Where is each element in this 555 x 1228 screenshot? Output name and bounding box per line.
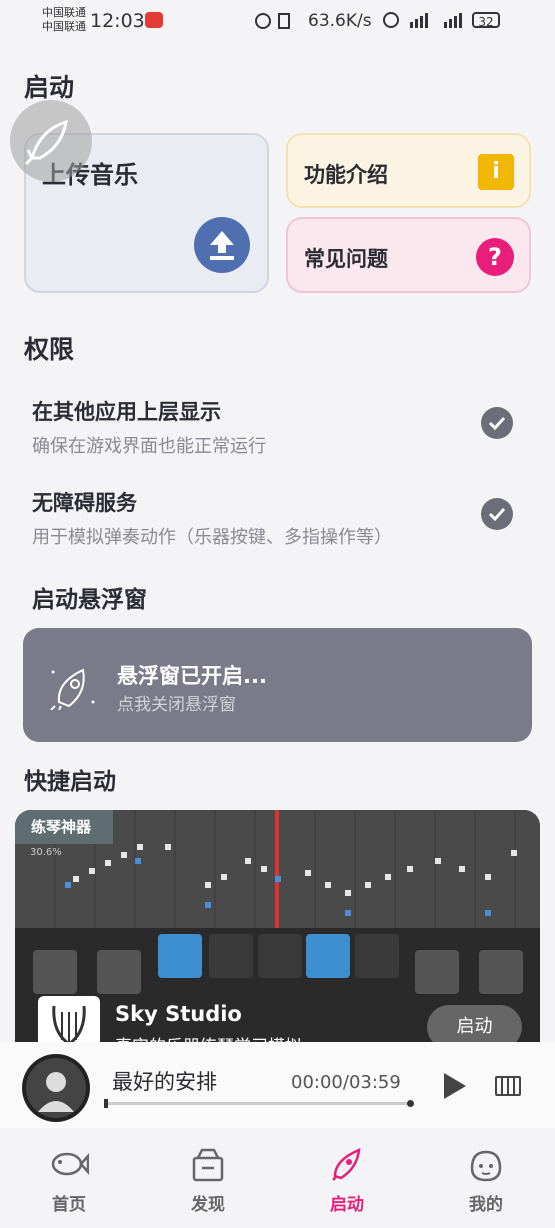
carrier-info: 中国联通 中国联通 [42,6,86,34]
signal-icons [383,12,462,28]
upload-button[interactable] [194,217,250,273]
upload-icon [210,231,234,260]
nav-item-home[interactable]: 首页 [9,1146,129,1215]
face-icon [470,1150,502,1182]
progress-end-dot [407,1100,414,1107]
carrier-1: 中国联通 [42,6,86,19]
floating-window-title: 悬浮窗已开启... [117,664,267,688]
progress-start-thumb[interactable] [104,1099,108,1108]
permission-overlay[interactable]: 在其他应用上层显示 确保在游戏界面也能正常运行 [32,396,532,457]
rocket-icon [332,1148,361,1181]
status-bar: 中国联通 中国联通 12:03 63.6K/s 32 [0,0,555,40]
section-title-permissions: 权限 [24,335,75,364]
song-progress[interactable] [104,1099,414,1108]
progress-percent: 30.6% [30,847,62,858]
notification-app-icon [145,12,163,28]
check-icon[interactable] [481,498,513,530]
permission-subtitle: 确保在游戏界面也能正常运行 [32,436,266,457]
play-icon[interactable] [444,1073,466,1099]
fish-icon [24,119,68,166]
nav-label: 启动 [330,1195,364,1215]
discover-box-icon [192,1148,224,1182]
shortcut-tag: 练琴神器 [15,810,113,844]
feature-intro-label: 功能介绍 [304,163,388,187]
floating-fish-button[interactable] [10,100,92,182]
check-icon[interactable] [481,407,513,439]
bottom-nav: 首页 发现 启动 我的 [0,1128,555,1228]
permission-accessibility[interactable]: 无障碍服务 用于模拟弹奏动作（乐器按键、多指操作等） [32,487,532,548]
clock: 12:03 [90,10,145,32]
question-icon: ? [476,238,514,276]
carrier-2: 中国联通 [42,20,86,33]
net-speed: 63.6K/s [308,11,372,31]
music-player-bar[interactable]: 最好的安排 00:00/03:59 [0,1042,555,1128]
battery-indicator: 32 [472,12,500,29]
nav-item-profile[interactable]: 我的 [426,1146,546,1215]
song-title: 最好的安排 [112,1070,217,1094]
floating-window-card[interactable]: 悬浮窗已开启... 点我关闭悬浮窗 [23,628,532,742]
feature-intro-card[interactable]: 功能介绍 i [286,133,531,208]
status-icons [255,13,290,29]
album-cover [22,1054,90,1122]
nav-label: 发现 [191,1195,225,1215]
section-title-quick-launch: 快捷启动 [24,769,116,795]
info-icon: i [478,154,514,190]
permission-subtitle: 用于模拟弹奏动作（乐器按键、多指操作等） [32,527,392,548]
permission-title: 在其他应用上层显示 [32,400,221,424]
fish-icon [51,1152,90,1176]
permission-title: 无障碍服务 [32,491,137,515]
rocket-icon [50,668,95,710]
nav-label: 我的 [469,1195,503,1215]
faq-card[interactable]: 常见问题 ? [286,217,531,293]
song-time: 00:00/03:59 [291,1072,401,1093]
nav-item-discover[interactable]: 发现 [148,1146,268,1215]
nav-label: 首页 [52,1195,86,1215]
app-name: Sky Studio [115,1002,242,1026]
faq-label: 常见问题 [304,247,388,271]
nav-item-launch[interactable]: 启动 [287,1146,407,1215]
section-title-floating-window: 启动悬浮窗 [32,587,147,613]
piano-icon[interactable] [495,1076,521,1096]
floating-window-subtitle: 点我关闭悬浮窗 [117,695,236,715]
section-title-launch: 启动 [24,73,75,102]
